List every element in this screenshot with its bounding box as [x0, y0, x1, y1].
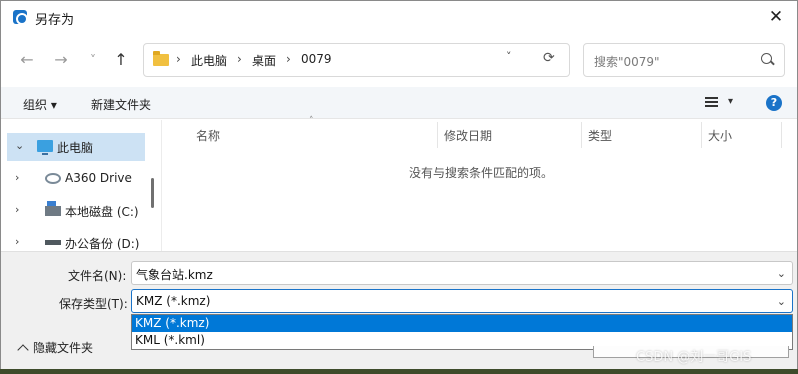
recent-locations-button[interactable]: ˅: [81, 45, 105, 75]
navigation-pane: ⌄ 此电脑 › A360 Drive › 本地磁盘 (C:) › 办公备份 (D…: [1, 120, 161, 251]
hide-folders-label: 隐藏文件夹: [33, 341, 94, 355]
new-folder-button[interactable]: 新建文件夹: [91, 96, 151, 113]
sidebar-item-label: 本地磁盘 (C:): [65, 205, 139, 219]
sidebar-item-label: 此电脑: [57, 141, 94, 155]
column-divider[interactable]: [781, 122, 782, 148]
title-bar: 另存为 ✕: [1, 1, 797, 33]
column-divider[interactable]: [701, 122, 702, 148]
navigation-scrollbar[interactable]: [151, 178, 154, 208]
save-as-dialog: 另存为 ✕ ← → ˅ ↑ › 此电脑 › 桌面 › 0079 ˅ ⟳ 搜索"0…: [0, 0, 798, 369]
sidebar-item-this-pc[interactable]: ⌄ 此电脑: [7, 133, 145, 161]
filetype-dropdown-list: KMZ (*.kmz) KML (*.kml): [131, 314, 793, 350]
chevron-down-icon[interactable]: ⌄: [777, 267, 786, 280]
window-title: 另存为: [35, 13, 75, 28]
column-header-date-modified[interactable]: 修改日期: [444, 127, 492, 144]
sidebar-item-label: 办公备份 (D:): [65, 237, 140, 251]
chevron-right-icon[interactable]: ›: [15, 235, 19, 248]
back-button[interactable]: ←: [15, 45, 39, 75]
view-options-icon[interactable]: [705, 97, 718, 107]
organize-button[interactable]: 组织 ▾: [23, 96, 57, 113]
filetype-label: 保存类型(T):: [59, 297, 128, 311]
breadcrumb-separator[interactable]: ›: [286, 52, 291, 66]
search-placeholder: 搜索"0079": [594, 55, 660, 69]
column-divider[interactable]: [437, 122, 438, 148]
chevron-down-icon[interactable]: ⌄: [15, 139, 24, 152]
address-bar[interactable]: › 此电脑 › 桌面 › 0079 ˅ ⟳: [143, 43, 570, 77]
sidebar-item-a360-drive[interactable]: › A360 Drive: [7, 165, 145, 193]
pc-icon: [37, 140, 53, 155]
chevron-down-icon[interactable]: ⌄: [777, 295, 786, 308]
sidebar-item-local-disk-c[interactable]: › 本地磁盘 (C:): [7, 197, 145, 225]
filetype-option-kmz[interactable]: KMZ (*.kmz): [132, 315, 792, 332]
filename-field[interactable]: 气象台站.kmz ⌄: [131, 261, 793, 285]
empty-folder-message: 没有与搜索条件匹配的项。: [409, 166, 554, 180]
chevron-up-icon: [17, 344, 29, 356]
column-header-name[interactable]: 名称: [196, 127, 220, 144]
app-icon: [13, 10, 28, 25]
breadcrumb-separator[interactable]: ›: [237, 52, 242, 66]
breadcrumb-this-pc[interactable]: 此电脑: [191, 52, 227, 69]
folder-icon: [153, 51, 169, 66]
up-button[interactable]: ↑: [109, 45, 133, 75]
cloud-icon: [45, 173, 61, 184]
forward-button[interactable]: →: [49, 45, 73, 75]
disk-icon: [45, 201, 61, 216]
command-toolbar: 组织 ▾ 新建文件夹 ▾ ?: [1, 87, 797, 119]
search-icon[interactable]: [761, 53, 772, 64]
filetype-select[interactable]: KMZ (*.kmz) ⌄: [131, 289, 793, 313]
column-header-size[interactable]: 大小: [708, 127, 732, 144]
address-dropdown-icon[interactable]: ˅: [506, 50, 512, 63]
help-icon[interactable]: ?: [766, 95, 782, 111]
search-input[interactable]: 搜索"0079": [583, 43, 785, 77]
chevron-right-icon[interactable]: ›: [15, 171, 19, 184]
watermark-text: CSDN @刘一哥GIS: [636, 350, 752, 365]
sort-up-icon: ˄: [309, 116, 314, 126]
filename-value[interactable]: 气象台站.kmz: [136, 266, 213, 283]
refresh-icon[interactable]: ⟳: [543, 50, 555, 66]
hide-folders-button[interactable]: 隐藏文件夹: [15, 339, 93, 356]
column-divider[interactable]: [581, 122, 582, 148]
chevron-right-icon[interactable]: ›: [15, 203, 19, 216]
sidebar-item-label: A360 Drive: [65, 171, 132, 185]
breadcrumb-desktop[interactable]: 桌面: [252, 52, 276, 69]
filetype-value[interactable]: KMZ (*.kmz): [136, 294, 210, 308]
filename-label: 文件名(N):: [68, 269, 127, 283]
drive-icon: [45, 240, 61, 245]
close-button[interactable]: ✕: [763, 5, 789, 29]
breadcrumb-separator[interactable]: ›: [176, 52, 181, 66]
view-dropdown-icon[interactable]: ▾: [728, 96, 733, 107]
column-header-type[interactable]: 类型: [588, 127, 612, 144]
breadcrumb-0079[interactable]: 0079: [301, 52, 332, 66]
pane-divider[interactable]: [161, 120, 162, 251]
